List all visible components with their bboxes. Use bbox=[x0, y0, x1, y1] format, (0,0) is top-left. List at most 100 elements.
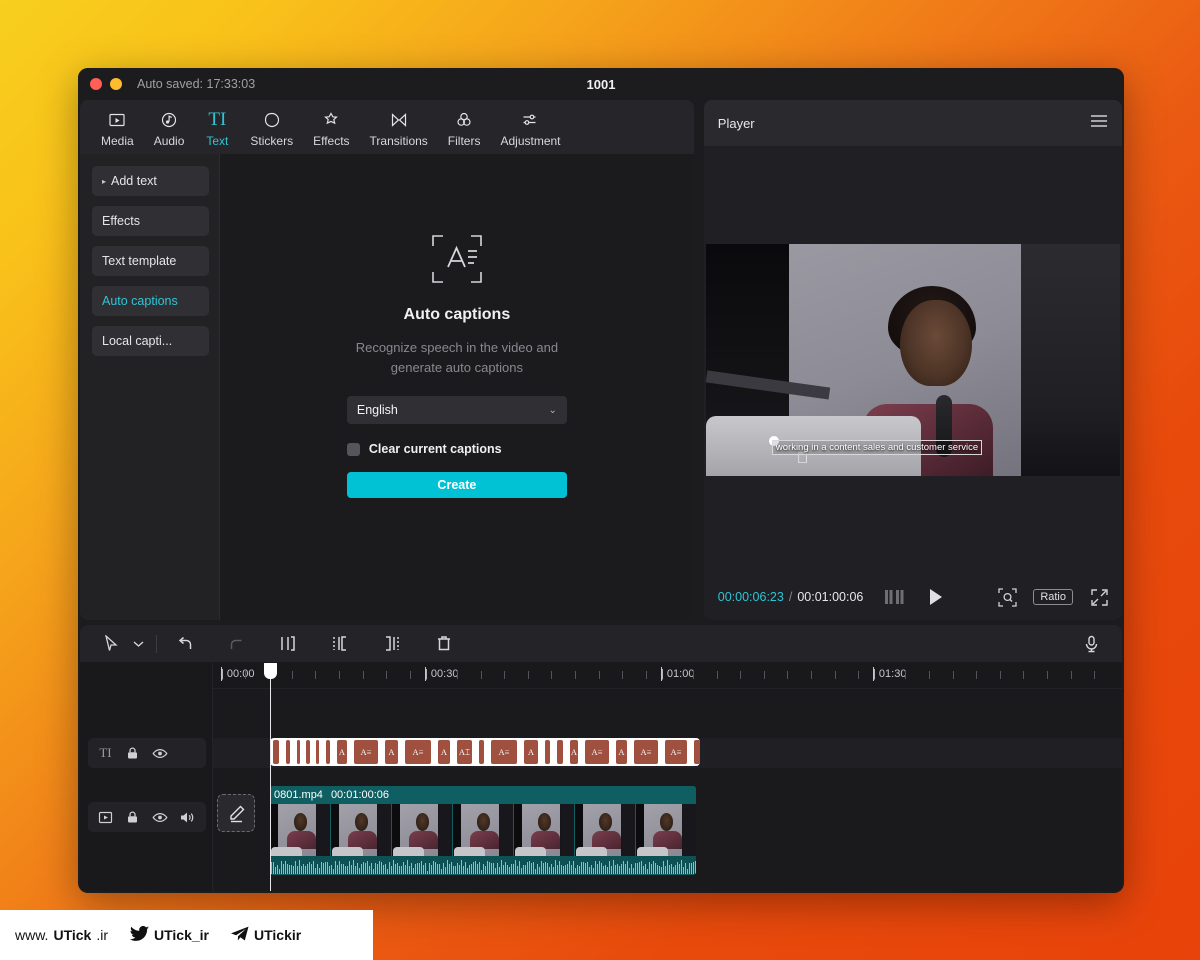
waveform-bar bbox=[535, 868, 536, 874]
split-icon[interactable] bbox=[271, 630, 305, 658]
waveform-bar bbox=[497, 863, 498, 874]
select-tool-icon[interactable] bbox=[94, 630, 128, 658]
watermark-telegram: UTickir bbox=[231, 926, 301, 945]
playhead-knob[interactable] bbox=[264, 663, 277, 679]
waveform-bar bbox=[691, 863, 692, 874]
sidebar-item-local-captions[interactable]: Local capti... bbox=[92, 326, 209, 356]
caption-segment-gap bbox=[486, 740, 489, 764]
waveform-bar bbox=[411, 862, 412, 874]
window-controls[interactable] bbox=[90, 78, 122, 90]
eye-icon[interactable] bbox=[146, 804, 173, 831]
language-select[interactable]: English ⌄ bbox=[346, 396, 567, 424]
caption-overlay[interactable]: working in a content sales and customer … bbox=[771, 440, 983, 455]
fullscreen-icon[interactable] bbox=[1091, 588, 1108, 606]
play-icon[interactable] bbox=[929, 589, 943, 605]
wm-prefix: www. bbox=[15, 927, 49, 943]
caption-segment[interactable] bbox=[479, 740, 484, 764]
delete-icon[interactable] bbox=[427, 630, 461, 658]
edit-pencil-icon[interactable] bbox=[217, 794, 255, 832]
ruler-minor-tick bbox=[386, 671, 387, 679]
tab-stickers[interactable]: Stickers bbox=[241, 108, 302, 149]
tab-text[interactable]: TI Text bbox=[195, 108, 239, 149]
sidebar-item-add-text[interactable]: ▸ Add text bbox=[92, 166, 209, 196]
waveform-bar bbox=[337, 864, 338, 874]
tab-effects[interactable]: Effects bbox=[304, 108, 358, 149]
caption-segment[interactable] bbox=[557, 740, 563, 764]
sidebar-item-auto-captions[interactable]: Auto captions bbox=[92, 286, 209, 316]
stickers-icon bbox=[263, 109, 281, 131]
timeline-scroll-area[interactable]: | 00:00 | 00:30 | 01:00 | 01:30 A A≡ A A≡ A A… bbox=[213, 663, 1122, 891]
waveform-bar bbox=[401, 866, 402, 874]
waveform-bar bbox=[563, 865, 564, 874]
caption-segment[interactable] bbox=[273, 740, 279, 764]
ratio-button[interactable]: Ratio bbox=[1033, 589, 1073, 605]
video-clip[interactable]: 0801.mp4 00:01:00:06 bbox=[270, 786, 696, 875]
lock-icon[interactable] bbox=[119, 804, 146, 831]
waveform-bar bbox=[275, 866, 276, 874]
caption-segment[interactable] bbox=[286, 740, 290, 764]
tab-transitions[interactable]: Transitions bbox=[361, 108, 437, 149]
timeline-ruler[interactable]: | 00:00 | 00:30 | 01:00 | 01:30 bbox=[213, 663, 1122, 689]
microphone-icon[interactable] bbox=[1074, 630, 1108, 658]
waveform-bar bbox=[365, 863, 366, 874]
ruler-minor-tick bbox=[858, 671, 859, 679]
video-track-header bbox=[88, 802, 206, 832]
eye-icon[interactable] bbox=[146, 740, 173, 767]
waveform-bar bbox=[415, 864, 416, 874]
zoom-fit-icon[interactable] bbox=[998, 587, 1017, 607]
caption-segment[interactable]: A≡ bbox=[634, 740, 658, 764]
caption-segment[interactable]: A bbox=[524, 740, 538, 764]
caption-segment[interactable] bbox=[326, 740, 330, 764]
sidebar-item-text-template[interactable]: Text template bbox=[92, 246, 209, 276]
create-button[interactable]: Create bbox=[346, 472, 567, 498]
waveform-bar bbox=[471, 864, 472, 874]
undo-icon[interactable] bbox=[169, 630, 203, 658]
ruler-minor-tick bbox=[363, 671, 364, 679]
caption-segment[interactable] bbox=[297, 740, 300, 764]
caption-segment[interactable]: A⌶ bbox=[457, 740, 472, 764]
trim-end-icon[interactable] bbox=[375, 630, 409, 658]
clear-captions-checkbox-row[interactable]: Clear current captions bbox=[346, 442, 567, 456]
tab-audio[interactable]: Audio bbox=[145, 108, 194, 149]
caption-segment[interactable]: A≡ bbox=[665, 740, 687, 764]
waveform-bar bbox=[601, 863, 602, 874]
waveform-bar bbox=[423, 865, 424, 874]
caption-segment[interactable]: A≡ bbox=[354, 740, 378, 764]
tab-adjustment[interactable]: Adjustment bbox=[491, 108, 569, 149]
text-track-type-icon: TI bbox=[99, 745, 112, 760]
split-view-icon[interactable] bbox=[885, 590, 905, 604]
tab-filters[interactable]: Filters bbox=[439, 108, 490, 149]
caption-segment-gap bbox=[400, 740, 403, 764]
caption-segment[interactable] bbox=[306, 740, 310, 764]
ruler-minor-tick bbox=[1000, 671, 1001, 679]
caption-segment[interactable]: A bbox=[570, 740, 578, 764]
text-track[interactable]: AA≡AA≡AA⌶A≡AAA≡AA≡A≡A≡AA⌶ bbox=[213, 738, 1122, 768]
caption-segment[interactable]: A≡ bbox=[405, 740, 431, 764]
waveform-bar bbox=[545, 861, 546, 874]
waveform-bar bbox=[407, 860, 408, 874]
hamburger-menu-icon[interactable] bbox=[1090, 114, 1108, 133]
lock-icon[interactable] bbox=[119, 740, 146, 767]
clear-captions-checkbox[interactable] bbox=[346, 442, 360, 456]
close-window-button[interactable] bbox=[90, 78, 102, 90]
caption-segment[interactable]: A bbox=[337, 740, 347, 764]
video-preview[interactable]:  working in a content sales and custome… bbox=[705, 244, 1120, 476]
caption-segment[interactable]: A≡ bbox=[694, 740, 700, 764]
waveform-bar bbox=[453, 865, 454, 874]
trim-start-icon[interactable] bbox=[323, 630, 357, 658]
chevron-down-icon[interactable] bbox=[128, 630, 148, 658]
caption-segment[interactable]: A≡ bbox=[491, 740, 517, 764]
sidebar-item-effects[interactable]: Effects bbox=[92, 206, 209, 236]
caption-segment[interactable]: A bbox=[616, 740, 627, 764]
tab-media[interactable]: Media bbox=[92, 108, 143, 149]
caption-segment[interactable]: A bbox=[385, 740, 398, 764]
waveform-bar bbox=[637, 862, 638, 874]
caption-segment[interactable]: A bbox=[438, 740, 450, 764]
clip-name: 0801.mp4 bbox=[274, 789, 323, 801]
caption-clip[interactable]: AA≡AA≡AA⌶A≡AAA≡AA≡A≡A≡AA⌶ bbox=[270, 738, 700, 766]
caption-segment[interactable] bbox=[316, 740, 319, 764]
caption-segment[interactable] bbox=[545, 740, 550, 764]
minimize-window-button[interactable] bbox=[110, 78, 122, 90]
speaker-icon[interactable] bbox=[173, 804, 200, 831]
caption-segment[interactable]: A≡ bbox=[585, 740, 609, 764]
